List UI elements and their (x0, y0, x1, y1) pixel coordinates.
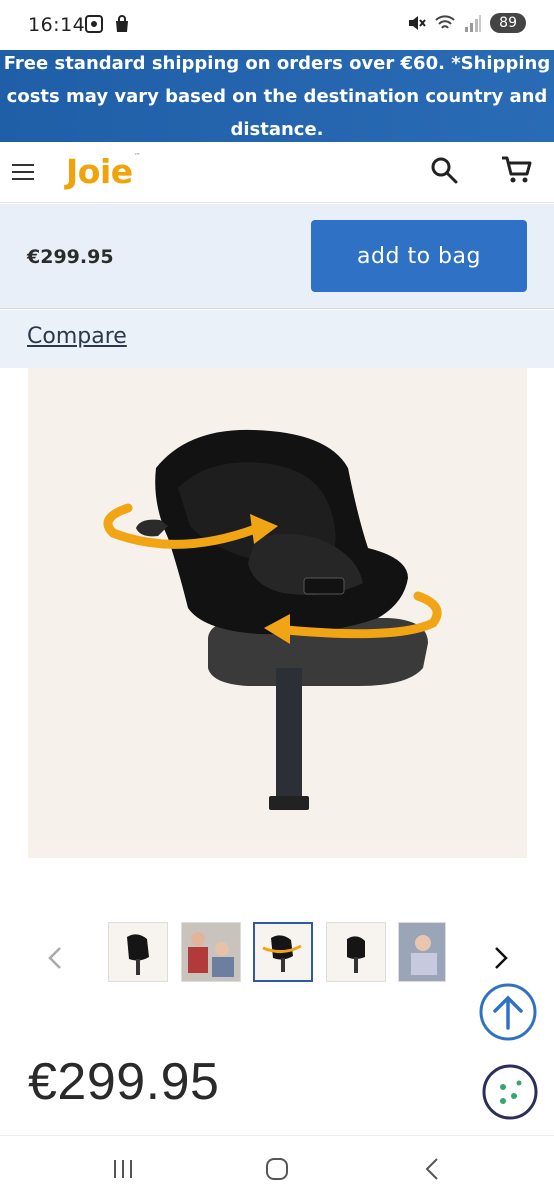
compare-bar: Compare (0, 310, 554, 368)
signal-icon (465, 15, 482, 32)
site-header: Joie™ (0, 142, 554, 203)
mute-icon (409, 16, 426, 30)
menu-icon[interactable] (12, 164, 34, 180)
scroll-to-top-icon[interactable] (478, 982, 538, 1042)
thumbnail-1[interactable] (108, 922, 168, 982)
sticky-price: €299.95 (27, 246, 114, 268)
recent-apps-icon[interactable] (110, 1156, 136, 1182)
gallery-next-arrow[interactable] (488, 944, 512, 972)
add-to-bag-button[interactable]: add to bag (311, 220, 527, 292)
sticky-buy-bar: €299.95 add to bag (0, 204, 554, 309)
joie-logo[interactable]: Joie™ (66, 152, 141, 191)
back-icon[interactable] (420, 1156, 446, 1182)
thumbnail-seat-side-image (347, 936, 365, 973)
thumbnail-5[interactable] (398, 922, 446, 982)
cart-icon[interactable] (500, 154, 532, 186)
wifi-icon (435, 15, 455, 29)
product-price: €299.95 (28, 1053, 220, 1111)
system-nav-bar (0, 1135, 554, 1201)
thumbnail-rotation-image (262, 935, 302, 972)
cookie-icon[interactable] (481, 1063, 539, 1121)
compare-link[interactable]: Compare (27, 324, 127, 349)
product-hero-image[interactable] (28, 368, 527, 858)
thumbnail-seat-image (127, 934, 149, 975)
home-icon[interactable] (264, 1156, 290, 1182)
car-seat-image (103, 429, 442, 810)
status-bar: 16:14 89 (0, 0, 554, 50)
status-time: 16:14 (28, 14, 86, 36)
thumbnail-3[interactable] (253, 922, 313, 982)
thumbnail-4[interactable] (326, 922, 386, 982)
shopping-bag-icon (116, 15, 128, 32)
battery-indicator: 89 (490, 13, 526, 33)
thumbnail-lifestyle-image (182, 923, 240, 981)
thumbnail-child-image (399, 923, 445, 981)
screenshot-icon (85, 15, 103, 33)
thumbnail-strip (0, 918, 554, 988)
thumbnail-2[interactable] (181, 922, 241, 982)
search-icon[interactable] (430, 156, 458, 184)
logo-text: Joie (66, 152, 133, 191)
promo-text: Free standard shipping on orders over €6… (3, 52, 551, 140)
promo-banner: Free standard shipping on orders over €6… (0, 50, 554, 142)
